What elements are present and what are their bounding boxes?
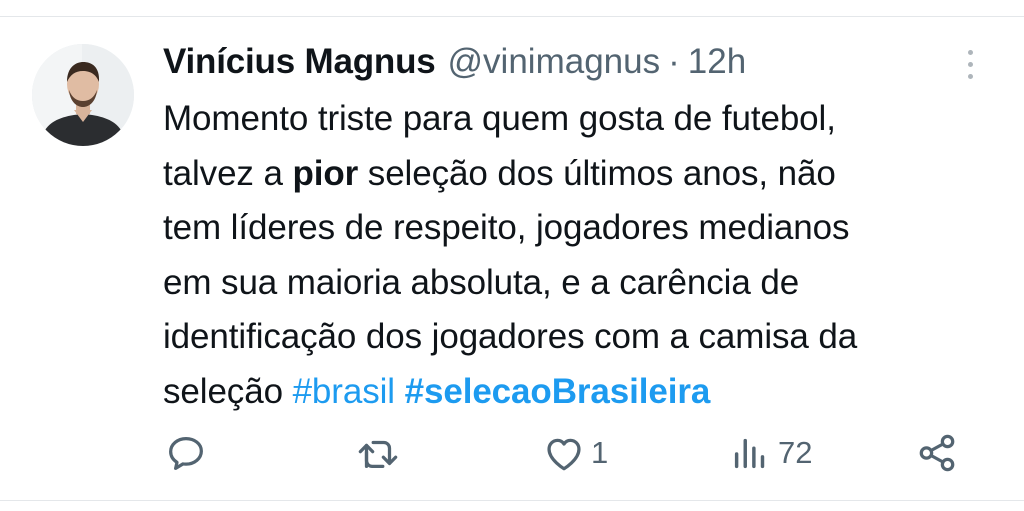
more-dot-icon bbox=[967, 49, 973, 55]
tweet-header: Vinícius Magnus @vinimagnus · 12h bbox=[163, 36, 746, 88]
author-handle[interactable]: @vinimagnus bbox=[448, 36, 661, 88]
tweet-text-line: em sua maioria absoluta, e a carência de bbox=[163, 262, 800, 302]
tweet-text-line: identificação dos jogadores com a camisa… bbox=[163, 317, 858, 357]
tweet-text-line: Momento triste para quem gosta de futebo… bbox=[163, 99, 836, 138]
tweet-text-line: tem líderes de respeito, jogadores media… bbox=[163, 208, 850, 248]
retweet-icon bbox=[354, 430, 402, 476]
tweet-text-line: seleção #brasil #selecaoBrasileira bbox=[163, 365, 1003, 420]
more-dot-icon bbox=[967, 73, 973, 79]
more-options-button[interactable] bbox=[955, 44, 985, 84]
hashtag-link[interactable]: #selecaoBrasileira bbox=[405, 372, 711, 411]
avatar[interactable] bbox=[32, 44, 134, 146]
hashtag-link[interactable]: #brasil bbox=[293, 372, 396, 411]
heart-icon bbox=[541, 430, 587, 476]
tweet-text: Momento triste para quem gosta de futebo… bbox=[163, 92, 1003, 420]
text-segment: talvez a bbox=[163, 153, 293, 193]
bold-word: pior bbox=[292, 153, 359, 193]
author-name[interactable]: Vinícius Magnus bbox=[163, 36, 436, 88]
like-count: 1 bbox=[591, 435, 609, 470]
views-button[interactable]: 72 bbox=[728, 428, 812, 478]
bottom-divider bbox=[0, 500, 1024, 501]
views-icon bbox=[728, 430, 774, 476]
reply-button[interactable] bbox=[163, 428, 209, 478]
text-segment: seleção bbox=[163, 371, 293, 411]
views-count: 72 bbox=[778, 435, 813, 470]
retweet-button[interactable] bbox=[354, 428, 402, 478]
share-button[interactable] bbox=[914, 428, 960, 478]
reply-icon bbox=[163, 430, 209, 476]
like-button[interactable]: 1 bbox=[541, 428, 608, 478]
more-dot-icon bbox=[967, 61, 973, 67]
timestamp[interactable]: 12h bbox=[688, 36, 746, 88]
top-divider bbox=[0, 16, 1024, 17]
tweet-text-line: talvez a pior seleção dos últimos anos, … bbox=[163, 147, 1003, 202]
separator-dot: · bbox=[668, 42, 680, 81]
text-segment: seleção dos últimos anos, não bbox=[358, 153, 836, 193]
share-icon bbox=[914, 430, 960, 476]
action-bar: 1 72 bbox=[0, 428, 1024, 478]
